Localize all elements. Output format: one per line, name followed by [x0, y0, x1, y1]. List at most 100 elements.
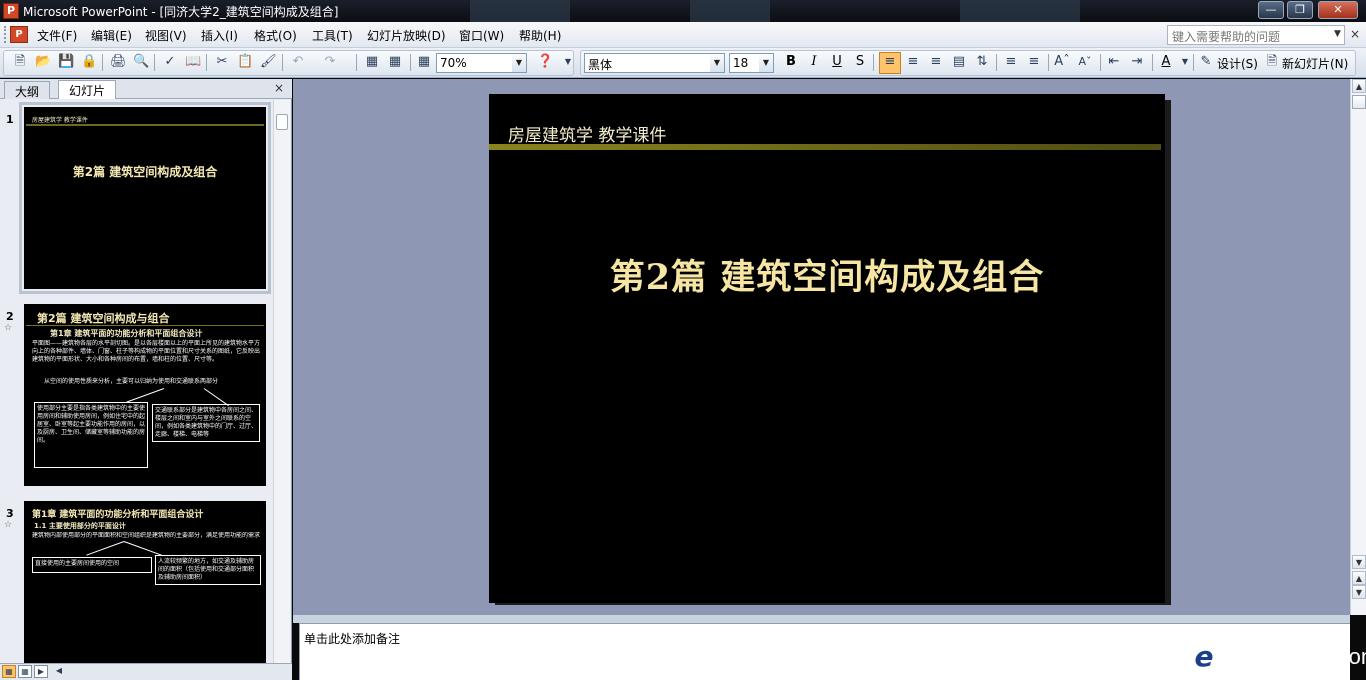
menu-bar: P 文件(F) 编辑(E) 视图(V) 插入(I) 格式(O) 工具(T) 幻灯… [0, 22, 1366, 48]
toolbar-grip[interactable] [4, 26, 8, 43]
format-painter-icon[interactable]: 🖌 [260, 54, 277, 70]
align-right-icon[interactable]: ≡ [928, 54, 944, 70]
menu-file[interactable]: 文件(F) [37, 27, 77, 44]
increase-font-icon[interactable]: Aˆ [1054, 54, 1070, 70]
chevron-down-icon[interactable]: ▼ [710, 54, 724, 72]
print-icon[interactable]: 🖨 [110, 54, 127, 70]
chevron-down-icon[interactable]: ▼ [759, 54, 773, 72]
bullets-icon[interactable]: ≡ [1026, 54, 1042, 70]
current-slide[interactable]: 房屋建筑学 教学课件 第2篇 建筑空间构成及组合 [489, 94, 1165, 603]
toolbar-separator [356, 54, 357, 71]
chevron-down-icon[interactable]: ▼ [512, 54, 526, 72]
research-icon[interactable]: 📖 [185, 54, 201, 70]
toolbar-separator [1048, 54, 1049, 71]
menu-format[interactable]: 格式(O) [254, 27, 297, 44]
animation-star-icon[interactable]: ☆ [4, 520, 12, 530]
help-icon[interactable]: ❓ [537, 54, 553, 70]
scroll-thumb[interactable] [276, 114, 288, 130]
save-icon[interactable]: 💾 [58, 54, 74, 70]
thumbnail-arrow [86, 541, 125, 556]
slide-thumbnail-3[interactable]: 第1章 建筑平面的功能分析和平面组合设计 1.1 主要使用部分的平面设计 建筑物… [24, 501, 266, 663]
toolbar-separator [154, 54, 155, 71]
align-center-icon[interactable]: ≡ [905, 54, 921, 70]
maximize-button[interactable]: ❐ [1287, 1, 1313, 19]
scroll-down-icon[interactable]: ▼ [1352, 555, 1366, 569]
slide-thumbnail-2[interactable]: 第2篇 建筑空间构成与组合 第1章 建筑平面的功能分析和平面组合设计 平面图——… [24, 304, 266, 486]
shadow-button[interactable]: S [852, 54, 868, 70]
watermark-logo: e [1186, 640, 1222, 676]
paste-icon[interactable]: 📋 [237, 54, 253, 70]
powerpoint-app-icon[interactable]: P [3, 3, 19, 19]
decrease-font-icon[interactable]: Aˇ [1077, 54, 1093, 70]
new-document-icon[interactable]: 🗎 [12, 54, 28, 70]
spelling-icon[interactable]: ✓ [162, 54, 178, 70]
font-name-select[interactable]: 黑体 ▼ [584, 53, 725, 73]
print-preview-icon[interactable]: 🔍 [133, 54, 149, 70]
new-slide-button[interactable]: 新幻灯片(N) [1282, 55, 1348, 72]
toolbar-options-icon[interactable]: ▼ [560, 54, 576, 70]
thumbnail-scrollbar[interactable] [273, 100, 290, 663]
help-search-input[interactable]: 键入需要帮助的问题 [1167, 25, 1345, 45]
notes-placeholder[interactable]: 单击此处添加备注 [304, 630, 400, 647]
slide-title[interactable]: 第2篇 建筑空间构成及组合 [489, 249, 1165, 300]
title-bar-decoration [470, 0, 570, 22]
increase-indent-icon[interactable]: ⇥ [1129, 54, 1145, 70]
document-icon[interactable]: P [10, 26, 28, 43]
italic-button[interactable]: I [806, 54, 822, 70]
numbering-icon[interactable]: ≡ [1003, 54, 1019, 70]
previous-slide-icon[interactable]: ▲ [1352, 571, 1366, 585]
vertical-scrollbar[interactable]: ▲ ▼ ▲ ▼ [1350, 79, 1366, 615]
slideshow-icon[interactable]: ▶ [34, 665, 48, 678]
underline-button[interactable]: U [829, 54, 845, 70]
zoom-select[interactable]: 70% ▼ [436, 53, 527, 73]
menu-help[interactable]: 帮助(H) [519, 27, 561, 44]
distributed-icon[interactable]: ▤ [951, 54, 967, 70]
permission-icon[interactable]: 🔒 [81, 54, 97, 70]
slide-number: 3 [6, 507, 14, 520]
menu-insert[interactable]: 插入(I) [201, 27, 238, 44]
close-button[interactable]: ✕ [1318, 1, 1358, 19]
thumbnail-box: 使用部分主要是指各类建筑物中的主要使用房间和辅助使用房间，例如住宅中的起居室、卧… [34, 402, 148, 468]
font-color-icon[interactable]: A [1158, 54, 1174, 70]
thumbnail-subtitle: 1.1 主要使用部分的平面设计 [34, 522, 126, 530]
menu-slideshow[interactable]: 幻灯片放映(D) [367, 27, 446, 44]
show-grid-icon[interactable]: ▦ [416, 54, 432, 70]
menu-tools[interactable]: 工具(T) [312, 27, 353, 44]
notes-splitter[interactable] [293, 615, 1350, 623]
menu-edit[interactable]: 编辑(E) [91, 27, 132, 44]
text-direction-icon[interactable]: ⇅ [974, 54, 990, 70]
site-watermark: e 拓 eeeetop.com [1186, 640, 1366, 676]
help-dropdown-icon[interactable]: ▼ [1334, 29, 1341, 39]
undo-icon[interactable]: ↶ [290, 54, 306, 70]
pane-tabs: 大纲 幻灯片 × [0, 79, 292, 99]
scroll-left-icon[interactable]: ◀ [52, 665, 66, 678]
tab-outline[interactable]: 大纲 [4, 81, 51, 99]
font-color-dropdown-icon[interactable]: ▼ [1177, 54, 1193, 70]
tab-slides[interactable]: 幻灯片 [58, 80, 117, 99]
normal-view-icon[interactable]: ▦ [2, 665, 16, 678]
open-folder-icon[interactable]: 📂 [35, 54, 51, 70]
bold-button[interactable]: B [783, 54, 799, 70]
minimize-button[interactable]: — [1258, 1, 1284, 19]
slide-header-text[interactable]: 房屋建筑学 教学课件 [508, 121, 666, 146]
design-button[interactable]: 设计(S) [1217, 55, 1258, 72]
cut-icon[interactable]: ✂ [214, 54, 230, 70]
scroll-thumb[interactable] [1352, 95, 1366, 109]
slide-thumbnail-1[interactable]: 房屋建筑学 教学课件 第2篇 建筑空间构成及组合 [19, 102, 271, 294]
next-slide-icon[interactable]: ▼ [1352, 585, 1366, 599]
document-close-icon[interactable]: × [1350, 27, 1360, 41]
menu-window[interactable]: 窗口(W) [459, 27, 504, 44]
toolbar-separator [410, 54, 411, 71]
slide-sorter-icon[interactable]: ▦ [18, 665, 32, 678]
thumbnail-body: 从空间的使用性质来分析，主要可以归纳为使用和交通联系两部分 [44, 378, 219, 385]
pane-close-icon[interactable]: × [274, 81, 284, 95]
menu-view[interactable]: 视图(V) [145, 27, 187, 44]
insert-table-icon[interactable]: ▦ [387, 54, 403, 70]
scroll-up-icon[interactable]: ▲ [1352, 79, 1366, 93]
decrease-indent-icon[interactable]: ⇤ [1106, 54, 1122, 70]
insert-chart-icon[interactable]: ▦ [364, 54, 380, 70]
redo-icon[interactable]: ↷ [322, 54, 338, 70]
font-size-select[interactable]: 18 ▼ [729, 53, 774, 73]
animation-star-icon[interactable]: ☆ [4, 323, 12, 333]
title-bar-decoration [690, 0, 770, 22]
